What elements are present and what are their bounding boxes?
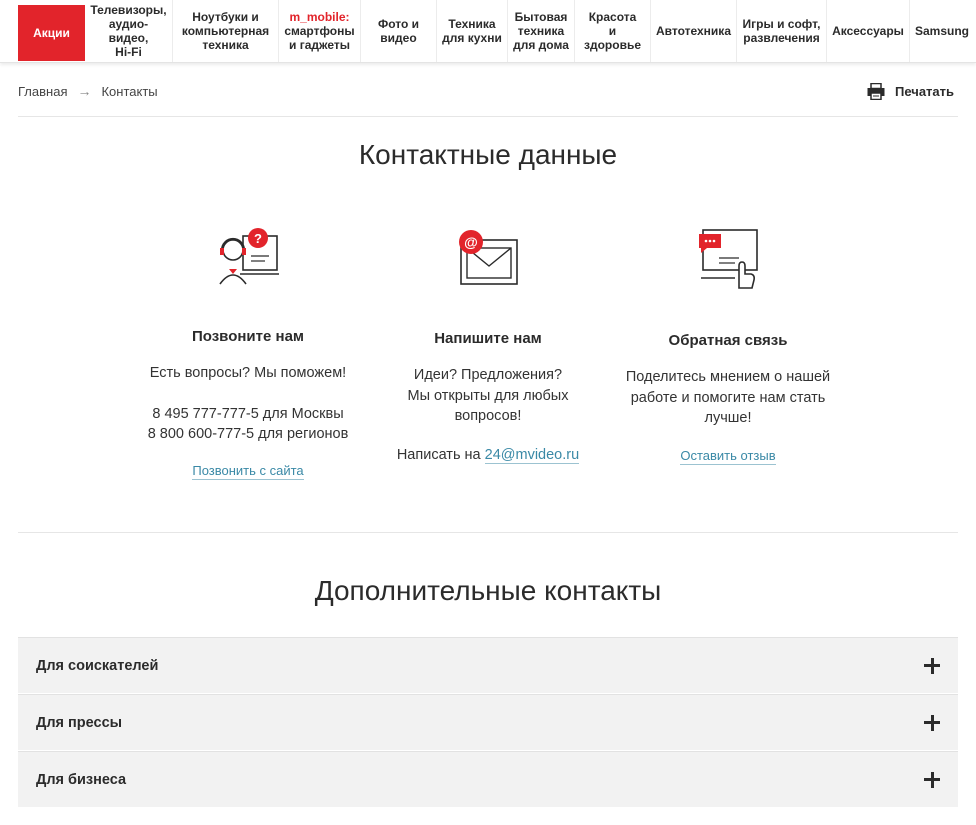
nav-item-beauty[interactable]: Красота и здоровье bbox=[575, 0, 651, 62]
nav-item-games[interactable]: Игры и софт, развлечения bbox=[737, 0, 827, 62]
accordion-press[interactable]: Для прессы bbox=[18, 694, 958, 750]
call-text: Есть вопросы? Мы поможем! bbox=[149, 365, 347, 381]
svg-text:?: ? bbox=[254, 231, 262, 246]
divider bbox=[18, 116, 958, 117]
accordion-business[interactable]: Для бизнеса bbox=[18, 751, 958, 807]
phone-regions: 8 800 600-777-5 для регионов bbox=[147, 426, 349, 442]
write-text-2: Мы открыты для любых bbox=[407, 387, 569, 404]
write-text-1: Идеи? Предложения? bbox=[413, 367, 563, 383]
feedback-icon bbox=[699, 229, 758, 289]
accordion-label: Для бизнеса bbox=[36, 771, 127, 788]
call-section: ? Позвоните нам Есть вопросы? Мы поможем… bbox=[128, 226, 368, 480]
nav-item-accessories[interactable]: Аксессуары bbox=[827, 0, 910, 62]
contacts-title: Контактные данные bbox=[358, 139, 618, 170]
plus-icon[interactable] bbox=[924, 657, 940, 674]
print-label: Печатать bbox=[895, 84, 954, 99]
write-section: @ Напишите нам Идеи? Предложения? Мы отк… bbox=[368, 226, 608, 465]
nav-item-mobile-label: смартфоны и гаджеты bbox=[284, 24, 355, 52]
write-email-line: Написать на 24@mvideo.ru bbox=[368, 445, 608, 466]
arrow-right-icon: → bbox=[77, 83, 92, 99]
nav-item-mobile-brand: m_mobile: bbox=[289, 10, 350, 24]
additional-contacts-title: Дополнительные контакты bbox=[314, 575, 662, 606]
support-operator-icon: ? bbox=[219, 228, 279, 285]
nav-item-samsung[interactable]: Samsung bbox=[910, 0, 974, 62]
plus-icon[interactable] bbox=[924, 771, 940, 788]
phone-moscow: 8 495 777-777-5 для Москвы bbox=[152, 405, 344, 422]
print-button[interactable]: Печатать bbox=[867, 83, 954, 100]
feedback-text-1: Поделитесь мнением о нашей bbox=[625, 369, 831, 385]
accordion-job-seekers[interactable]: Для соискателей bbox=[18, 637, 958, 693]
divider bbox=[18, 532, 958, 533]
accordion-label: Для соискателей bbox=[36, 657, 159, 674]
nav-item-promo[interactable]: Акции bbox=[18, 5, 85, 61]
nav-item-home[interactable]: Бытовая техника для дома bbox=[508, 0, 575, 62]
write-email-prefix: Написать на bbox=[396, 446, 481, 463]
write-text-3: вопросов! bbox=[454, 408, 522, 424]
nav-item-kitchen[interactable]: Техника для кухни bbox=[437, 0, 508, 62]
breadcrumb-home[interactable]: Главная bbox=[18, 84, 67, 99]
call-from-site-link[interactable]: Позвонить с сайта bbox=[192, 462, 304, 480]
breadcrumb: Главная → Контакты bbox=[18, 83, 158, 99]
write-heading: Напишите нам bbox=[434, 330, 542, 347]
email-icon: @ bbox=[459, 230, 518, 285]
leave-review-link[interactable]: Оставить отзыв bbox=[680, 447, 776, 465]
printer-icon bbox=[867, 83, 885, 100]
breadcrumb-current: Контакты bbox=[101, 83, 158, 99]
feedback-text-3: лучше! bbox=[704, 410, 752, 426]
svg-text:@: @ bbox=[464, 234, 478, 250]
nav-item-laptops[interactable]: Ноутбуки и компьютерная техника bbox=[173, 0, 279, 62]
nav-item-mobile[interactable]: m_mobile: смартфоны и гаджеты bbox=[279, 0, 361, 62]
email-link[interactable]: 24@mvideo.ru bbox=[484, 446, 580, 464]
accordion-label: Для прессы bbox=[36, 714, 123, 731]
feedback-heading: Обратная связь bbox=[668, 332, 788, 349]
nav-item-auto[interactable]: Автотехника bbox=[651, 0, 737, 62]
nav-item-photo[interactable]: Фото и видео bbox=[361, 0, 437, 62]
feedback-section: Обратная связь Поделитесь мнением о наше… bbox=[608, 226, 848, 465]
plus-icon[interactable] bbox=[924, 714, 940, 731]
feedback-text-2: работе и помогите нам стать bbox=[630, 389, 826, 406]
nav-item-tv[interactable]: Телевизоры, аудио-видео, Hi-Fi bbox=[85, 0, 173, 62]
top-navigation: Акции Телевизоры, аудио-видео, Hi-Fi Ноу… bbox=[0, 0, 976, 63]
call-heading: Позвоните нам bbox=[191, 328, 305, 345]
